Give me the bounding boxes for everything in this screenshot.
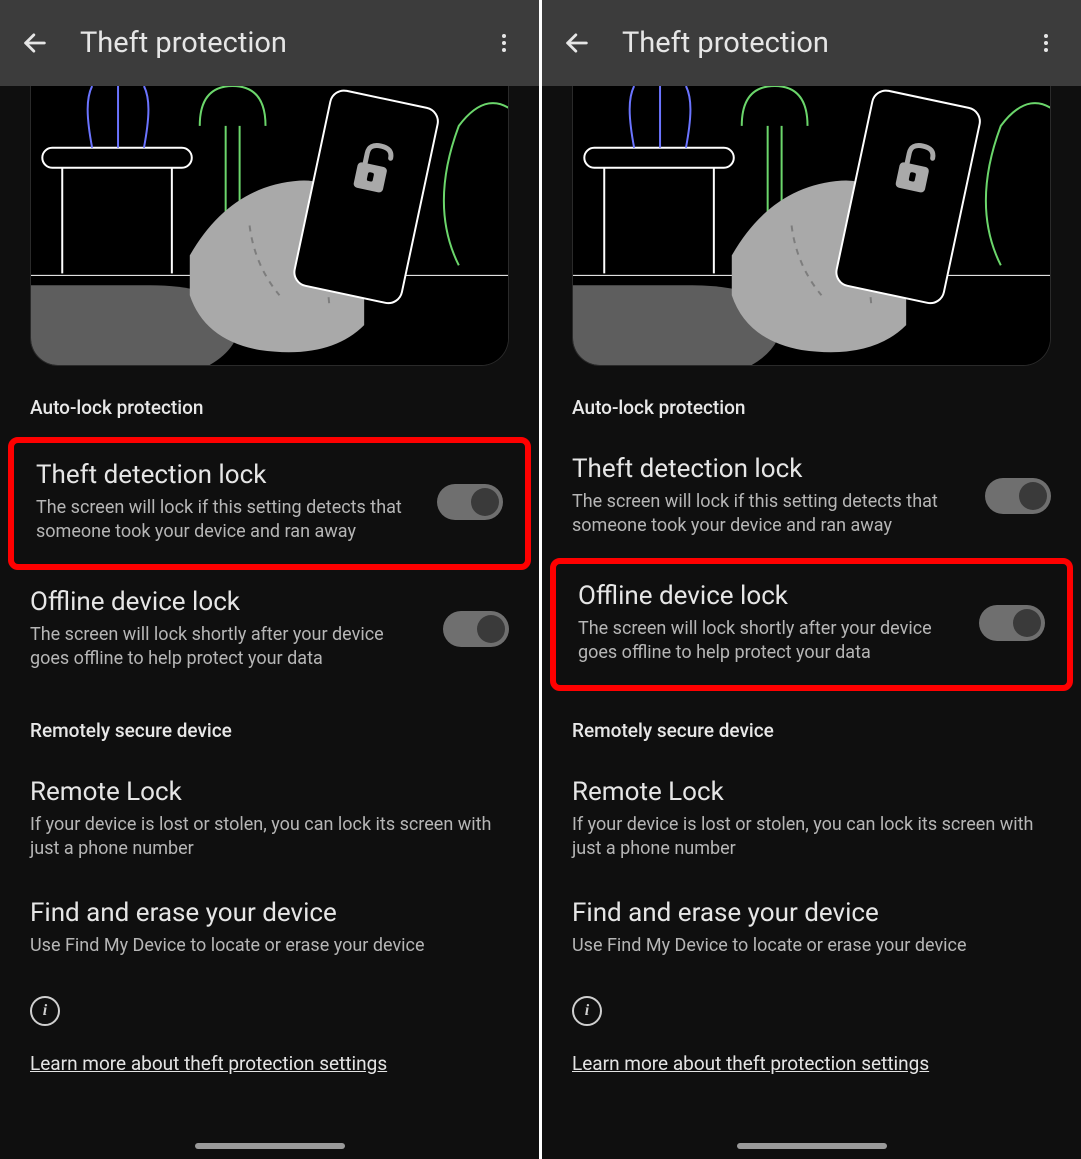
page-title: Theft protection — [622, 26, 1025, 60]
item-desc: Use Find My Device to locate or erase yo… — [30, 934, 509, 958]
app-bar: Theft protection — [0, 0, 539, 86]
item-desc: Use Find My Device to locate or erase yo… — [572, 934, 1051, 958]
section-header-autolock: Auto-lock protection — [542, 386, 1081, 437]
hero-illustration — [572, 86, 1051, 366]
info-icon[interactable]: i — [572, 996, 602, 1026]
info-icon-row: i — [0, 978, 539, 1034]
remote-lock-item[interactable]: Remote Lock If your device is lost or st… — [0, 760, 539, 881]
find-erase-item[interactable]: Find and erase your device Use Find My D… — [542, 881, 1081, 978]
remote-lock-item[interactable]: Remote Lock If your device is lost or st… — [542, 760, 1081, 881]
back-arrow-icon[interactable] — [556, 22, 598, 64]
section-header-remote: Remotely secure device — [542, 691, 1081, 760]
item-desc: The screen will lock shortly after your … — [30, 623, 427, 672]
offline-device-lock-item[interactable]: Offline device lock The screen will lock… — [550, 558, 1073, 691]
find-erase-item[interactable]: Find and erase your device Use Find My D… — [0, 881, 539, 978]
offline-device-lock-item[interactable]: Offline device lock The screen will lock… — [0, 570, 539, 691]
item-desc: The screen will lock shortly after your … — [578, 617, 963, 666]
item-title: Offline device lock — [578, 580, 963, 613]
info-icon[interactable]: i — [30, 996, 60, 1026]
nav-home-bar[interactable] — [195, 1143, 345, 1149]
toggle-switch[interactable] — [979, 605, 1045, 641]
item-title: Remote Lock — [30, 776, 509, 809]
item-desc: If your device is lost or stolen, you ca… — [30, 813, 509, 862]
learn-more-link[interactable]: Learn more about theft protection settin… — [0, 1034, 539, 1093]
item-title: Theft detection lock — [572, 453, 969, 486]
section-header-remote: Remotely secure device — [0, 691, 539, 760]
toggle-switch[interactable] — [437, 484, 503, 520]
item-title: Find and erase your device — [30, 897, 509, 930]
toggle-switch[interactable] — [443, 611, 509, 647]
info-icon-row: i — [542, 978, 1081, 1034]
item-title: Offline device lock — [30, 586, 427, 619]
theft-detection-lock-item[interactable]: Theft detection lock The screen will loc… — [8, 437, 531, 570]
item-title: Remote Lock — [572, 776, 1051, 809]
page-title: Theft protection — [80, 26, 483, 60]
more-vert-icon[interactable] — [483, 22, 525, 64]
toggle-switch[interactable] — [985, 478, 1051, 514]
learn-more-link[interactable]: Learn more about theft protection settin… — [542, 1034, 1081, 1093]
item-desc: The screen will lock if this setting det… — [36, 496, 421, 545]
back-arrow-icon[interactable] — [14, 22, 56, 64]
section-header-autolock: Auto-lock protection — [0, 386, 539, 437]
item-title: Find and erase your device — [572, 897, 1051, 930]
item-desc: The screen will lock if this setting det… — [572, 490, 969, 539]
more-vert-icon[interactable] — [1025, 22, 1067, 64]
theft-detection-lock-item[interactable]: Theft detection lock The screen will loc… — [542, 437, 1081, 558]
app-bar: Theft protection — [542, 0, 1081, 86]
nav-home-bar[interactable] — [737, 1143, 887, 1149]
item-title: Theft detection lock — [36, 459, 421, 492]
item-desc: If your device is lost or stolen, you ca… — [572, 813, 1051, 862]
hero-illustration — [30, 86, 509, 366]
